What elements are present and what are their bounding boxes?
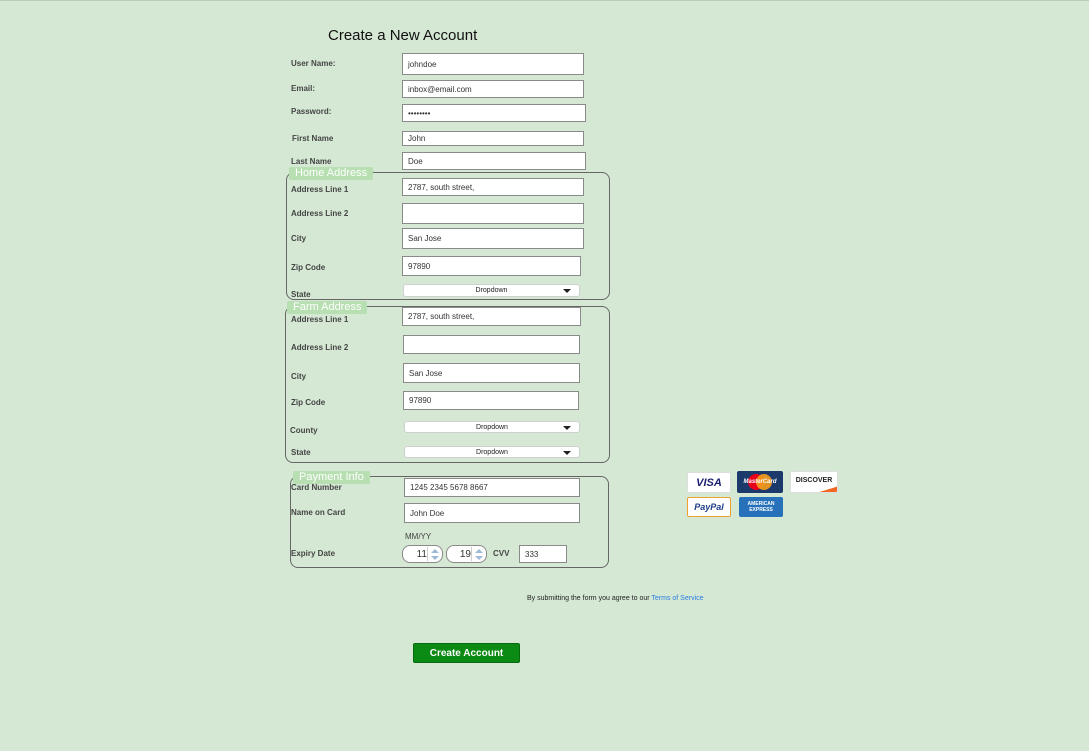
farm-state-value: Dropdown <box>476 448 508 456</box>
firstname-input[interactable]: John <box>402 131 584 146</box>
farm-zip-input[interactable]: 97890 <box>403 391 579 410</box>
arrow-up-icon <box>431 549 439 553</box>
farm-addr2-label: Address Line 2 <box>291 343 349 352</box>
create-account-button[interactable]: Create Account <box>413 643 520 663</box>
arrow-down-icon <box>431 556 439 560</box>
card-number-input[interactable]: 1245 2345 5678 8667 <box>404 478 580 497</box>
arrow-up-icon <box>475 549 483 553</box>
home-state-value: Dropdown <box>475 287 508 294</box>
farm-addr1-input[interactable]: 2787, south street, <box>402 307 581 326</box>
home-city-input[interactable]: San Jose <box>402 228 584 249</box>
lastname-input[interactable]: Doe <box>402 152 586 170</box>
expiry-year-stepper[interactable]: 19 <box>446 545 487 563</box>
farm-zip-label: Zip Code <box>291 398 326 407</box>
home-zip-label: Zip Code <box>291 263 326 272</box>
page-title: Create a New Account <box>328 27 478 44</box>
home-address-legend: Home Address <box>289 167 374 180</box>
expiry-year-value: 19 <box>459 549 471 560</box>
cvv-label: CVV <box>493 549 510 558</box>
email-label: Email: <box>291 84 316 93</box>
top-border <box>0 0 1089 1</box>
visa-logo: VISA <box>687 472 731 493</box>
expiry-month-stepper[interactable]: 11 <box>402 545 443 563</box>
username-input[interactable]: johndoe <box>402 53 584 75</box>
mastercard-text: MasterCard <box>743 479 777 485</box>
farm-addr2-input[interactable] <box>403 335 580 354</box>
home-city-label: City <box>291 234 307 243</box>
home-state-label: State <box>291 290 311 299</box>
arrow-down-icon <box>475 556 483 560</box>
mmyy-hint: MM/YY <box>405 532 432 541</box>
farm-addr1-label: Address Line 1 <box>291 315 349 324</box>
farm-address-legend: Farm Address <box>287 301 368 314</box>
discover-swoosh <box>819 486 837 492</box>
terms-text: By submitting the form you agree to our <box>527 595 650 602</box>
farm-state-label: State <box>291 448 311 457</box>
chevron-down-icon <box>563 289 571 293</box>
paypal-logo: PayPal <box>687 497 731 517</box>
expiry-date-label: Expiry Date <box>291 549 336 558</box>
mastercard-logo: MasterCard <box>737 471 783 493</box>
home-addr1-label: Address Line 1 <box>291 185 349 194</box>
farm-county-value: Dropdown <box>476 423 508 431</box>
lastname-label: Last Name <box>291 157 332 166</box>
username-label: User Name: <box>291 59 336 68</box>
stepper-arrows[interactable] <box>427 547 441 561</box>
stepper-arrows[interactable] <box>471 547 485 561</box>
password-input[interactable]: •••••••• <box>402 104 586 122</box>
farm-state-dropdown[interactable]: Dropdown <box>404 446 580 458</box>
home-addr2-label: Address Line 2 <box>291 209 349 218</box>
cvv-input[interactable]: 333 <box>519 545 567 563</box>
password-label: Password: <box>291 107 332 116</box>
farm-city-label: City <box>291 372 307 381</box>
terms-notice: By submitting the form you agree to our … <box>527 595 704 602</box>
home-addr1-input[interactable]: 2787, south street, <box>402 178 584 196</box>
home-addr2-input[interactable] <box>402 203 584 224</box>
firstname-label: First Name <box>292 134 334 143</box>
card-number-label: Card Number <box>291 483 342 492</box>
farm-county-dropdown[interactable]: Dropdown <box>404 421 580 433</box>
discover-logo: DISCOVER <box>790 471 838 493</box>
home-zip-input[interactable]: 97890 <box>402 256 581 276</box>
farm-county-label: County <box>290 426 318 435</box>
expiry-month-value: 11 <box>416 549 427 560</box>
chevron-down-icon <box>563 451 571 455</box>
farm-address-fieldset <box>285 306 610 463</box>
chevron-down-icon <box>563 426 571 430</box>
home-state-dropdown[interactable]: Dropdown <box>403 284 580 297</box>
name-on-card-label: Name on Card <box>291 508 346 517</box>
terms-of-service-link[interactable]: Terms of Service <box>651 595 703 602</box>
farm-city-input[interactable]: San Jose <box>403 363 580 383</box>
name-on-card-input[interactable]: John Doe <box>404 503 580 523</box>
amex-logo: AMERICAN EXPRESS <box>739 497 783 517</box>
email-input[interactable]: inbox@email.com <box>402 80 584 98</box>
